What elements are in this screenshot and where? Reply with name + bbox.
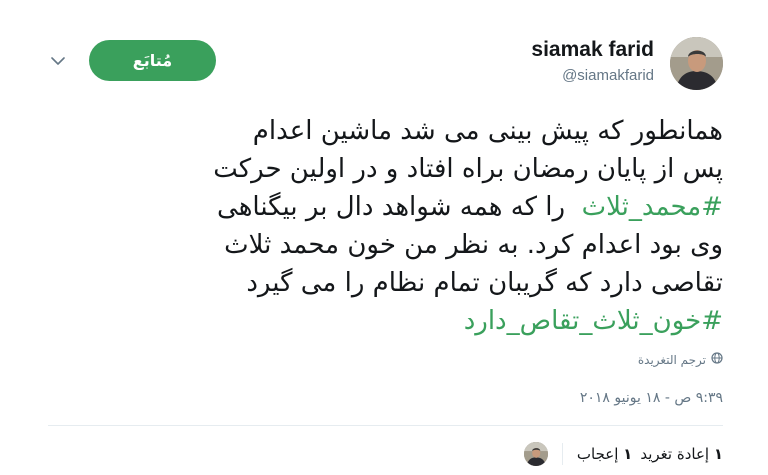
- user-handle[interactable]: @siamakfarid: [562, 67, 654, 84]
- tweet-text-segment: همانطور که پیش بینی می شد ماشین اعدام: [252, 116, 723, 146]
- hashtag-link[interactable]: #خون_ثلاث_تقاص_دارد: [464, 306, 723, 336]
- tweet-line: #محمد_ثلاث را که همه شواهد دال بر بیگناه…: [33, 188, 723, 226]
- divider: [48, 425, 723, 426]
- translate-label: ترجم التغريدة: [637, 352, 706, 367]
- translate-tweet-link[interactable]: ترجم التغريدة: [638, 352, 723, 367]
- tweet-line: همانطور که پیش بینی می شد ماشین اعدام: [33, 112, 723, 150]
- tweet-line: پس از پایان رمضان براه افتاد و در اولین …: [33, 150, 723, 188]
- stats-separator: [561, 443, 563, 465]
- following-button[interactable]: مُتابَع: [89, 40, 216, 81]
- tweet-line: تقاصی دارد که گریبان تمام نظام را می گیر…: [33, 264, 723, 302]
- like-count[interactable]: ١ إعجاب: [577, 445, 632, 463]
- globe-icon: [711, 352, 723, 367]
- retweet-count-value: ١: [713, 445, 723, 463]
- tweet-text-segment: را که همه شواهد دال بر بیگناهی: [217, 192, 582, 222]
- like-label: إعجاب: [576, 445, 619, 463]
- tweet-text-segment: تقاصی دارد که گریبان تمام نظام را می گیر…: [246, 268, 723, 298]
- tweet-timestamp[interactable]: ٩:٣٩ ص - ١٨ يونيو ٢٠١٨: [580, 390, 723, 406]
- chevron-down-icon: [51, 51, 65, 70]
- tweet-line: #خون_ثلاث_تقاص_دارد: [33, 302, 723, 340]
- tweet-menu-chevron[interactable]: [48, 50, 68, 70]
- retweet-count[interactable]: ١ إعادة تغريد: [640, 445, 723, 463]
- following-button-label: مُتابَع: [132, 51, 173, 70]
- like-count-value: ١: [623, 445, 633, 463]
- tweet-stats: ١ إعادة تغريد ١ إعجاب: [523, 442, 723, 466]
- user-display-name[interactable]: siamak farid: [531, 38, 654, 62]
- tweet-text-segment: وی بود اعدام کرد. به نظر من خون محمد ثلا…: [224, 230, 723, 260]
- liker-avatar[interactable]: [523, 442, 548, 466]
- tweet-text-segment: پس از پایان رمضان براه افتاد و در اولین …: [213, 154, 723, 184]
- tweet-line: وی بود اعدام کرد. به نظر من خون محمد ثلا…: [33, 226, 723, 264]
- avatar[interactable]: [670, 37, 723, 90]
- tweet-text: همانطور که پیش بینی می شد ماشین اعدام پس…: [33, 112, 723, 340]
- retweet-label: إعادة تغريد: [640, 445, 710, 463]
- hashtag-link[interactable]: #محمد_ثلاث: [582, 192, 723, 222]
